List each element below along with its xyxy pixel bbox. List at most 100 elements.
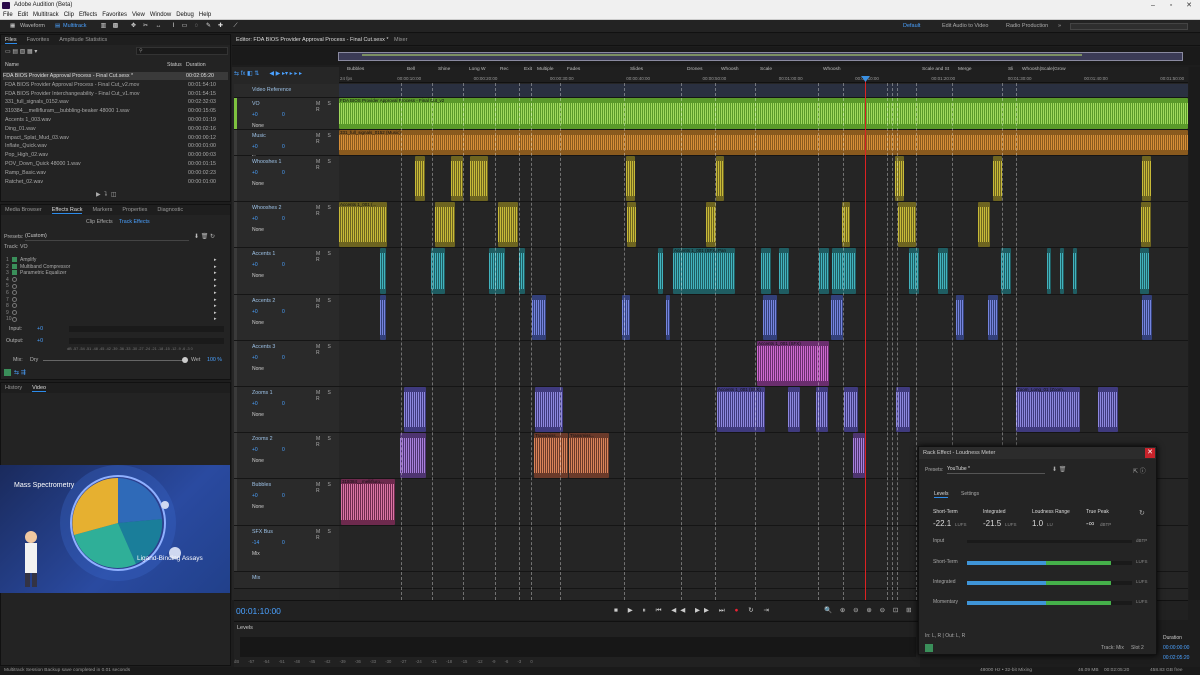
file-item[interactable]: POV_Down_Quick 48000 1.wav 00:00:01:15: [5, 160, 216, 168]
file-item[interactable]: 319384__mellifluram__bubbling-beaker 480…: [5, 107, 216, 115]
track-input[interactable]: None: [252, 504, 264, 510]
files-playback-icons[interactable]: ▶ ⮧ ◫: [96, 191, 117, 199]
track-header[interactable]: Whooshes 2 M S R +0 0 None: [234, 202, 339, 248]
track-volume[interactable]: +0: [252, 170, 258, 176]
tab-files[interactable]: Files: [5, 37, 17, 44]
track-input[interactable]: None: [252, 366, 264, 372]
audio-clip[interactable]: [819, 248, 829, 294]
track-volume[interactable]: +0: [252, 493, 258, 499]
audio-clip[interactable]: [1142, 156, 1151, 201]
mix-slider-handle[interactable]: [182, 357, 188, 363]
track-name[interactable]: Accents 1: [252, 251, 275, 257]
session-overview[interactable]: [232, 47, 1200, 65]
tab-track-effects[interactable]: Track Effects: [119, 219, 150, 225]
mute-solo-record-buttons[interactable]: M S R: [316, 159, 339, 171]
audio-clip[interactable]: [788, 387, 800, 432]
marker-label[interactable]: Scale and St: [922, 67, 949, 72]
file-item[interactable]: Inflate_Quick.wav 00:00:01:00: [5, 142, 216, 150]
track-header[interactable]: Zooms 2 M S R +0 0 None: [234, 433, 339, 479]
mute-solo-record-buttons[interactable]: M S R: [316, 529, 339, 541]
slot-power-icon[interactable]: [12, 309, 17, 315]
slot-power-icon[interactable]: [12, 296, 17, 302]
track-header[interactable]: Mix: [234, 572, 339, 589]
vertical-scrollbar[interactable]: [1189, 67, 1200, 600]
audio-clip[interactable]: [779, 248, 789, 294]
track-pan[interactable]: 0: [282, 262, 285, 268]
audio-clip[interactable]: [658, 248, 663, 294]
track-name[interactable]: Video Reference: [252, 87, 291, 93]
file-item[interactable]: FDA BIOS Provider Approval Process - Fin…: [3, 72, 228, 80]
files-search-input[interactable]: ⚲: [136, 47, 228, 55]
mute-solo-record-buttons[interactable]: M S R: [316, 482, 339, 494]
track-name[interactable]: Whooshes 2: [252, 205, 281, 211]
audio-clip[interactable]: [380, 295, 386, 340]
workspace-edit-audio-to-video[interactable]: Edit Audio to Video: [942, 23, 988, 29]
menu-debug[interactable]: Debug: [174, 11, 196, 20]
track-header[interactable]: MusicM S R+00None: [234, 130, 339, 161]
zoom-controls[interactable]: 🔍 ⊕ ⊖ ⊕ ⊖ ⊡ ⊞: [824, 606, 915, 614]
audio-clip[interactable]: [763, 295, 777, 340]
move-tool-icon[interactable]: ✥: [130, 23, 137, 30]
marker-label[interactable]: Sli: [1008, 67, 1013, 72]
track-name[interactable]: Music: [252, 133, 266, 139]
menu-favorites[interactable]: Favorites: [100, 11, 129, 20]
track-lane[interactable]: [339, 84, 1188, 98]
marker-label[interactable]: Long W: [469, 67, 486, 72]
audio-clip[interactable]: [1141, 202, 1151, 247]
audio-clip[interactable]: [853, 433, 865, 478]
output-gain[interactable]: +0: [37, 338, 43, 344]
track-volume[interactable]: +0: [252, 216, 258, 222]
track-input[interactable]: None: [252, 320, 264, 326]
razor-tool-icon[interactable]: ✂: [142, 23, 149, 30]
menu-view[interactable]: View: [130, 11, 147, 20]
marker-label[interactable]: Slides: [630, 67, 643, 72]
spectral-icon[interactable]: ▩: [112, 23, 119, 30]
files-col-name[interactable]: Name: [5, 62, 19, 68]
audio-clip[interactable]: [831, 295, 843, 340]
track-name[interactable]: Accents 2: [252, 298, 275, 304]
audio-clip[interactable]: [832, 248, 856, 294]
track-volume[interactable]: +0: [252, 401, 258, 407]
healing-tool-icon[interactable]: ✚: [217, 23, 224, 30]
track-pan[interactable]: 0: [282, 112, 285, 118]
tab-video[interactable]: Video: [32, 385, 47, 392]
tab-media-browser[interactable]: Media Browser: [5, 207, 42, 213]
slot-power-icon[interactable]: [12, 257, 17, 263]
track-name[interactable]: Bubbles: [252, 482, 271, 488]
audio-clip[interactable]: [909, 248, 919, 294]
file-item[interactable]: Ratchet_02.wav 00:00:01:00: [5, 178, 216, 186]
waveform-button[interactable]: Waveform: [20, 22, 45, 31]
track-pan[interactable]: 0: [282, 216, 285, 222]
track-lane[interactable]: [339, 202, 1188, 248]
track-input[interactable]: None: [252, 227, 264, 233]
wet-percent[interactable]: 100 %: [207, 357, 222, 363]
audio-clip[interactable]: [431, 248, 445, 294]
workspace-menu-icon[interactable]: »: [1058, 23, 1061, 29]
slot-menu-icon[interactable]: ▸: [214, 316, 217, 323]
slot-power-icon[interactable]: [12, 276, 17, 282]
audio-clip[interactable]: [400, 433, 426, 478]
file-item[interactable]: 331_full_signals_0152.wav 00:02:32:03: [5, 98, 216, 106]
track-pan[interactable]: 0: [282, 144, 285, 150]
slot-power-icon[interactable]: [12, 290, 17, 296]
track-name[interactable]: Mix: [252, 575, 260, 581]
audio-clip[interactable]: [938, 248, 948, 294]
track-volume[interactable]: +0: [252, 355, 258, 361]
preset-actions-icons[interactable]: ⬇ 🗑 ↻: [194, 233, 215, 240]
time-selection-tool-icon[interactable]: I: [170, 23, 177, 30]
audio-clip[interactable]: [627, 202, 636, 247]
multitrack-icon[interactable]: ▤: [55, 22, 60, 31]
loud-preset-icons[interactable]: ⬇ 🗑: [1052, 466, 1066, 473]
mix-slider-track[interactable]: [43, 360, 183, 361]
menu-edit[interactable]: Edit: [16, 11, 30, 20]
track-pan[interactable]: 0: [282, 355, 285, 361]
snap-icon[interactable]: ⟋: [232, 23, 239, 30]
marker-label[interactable]: Multiple: [537, 67, 554, 72]
track-header[interactable]: Video Reference: [234, 84, 339, 98]
track-name[interactable]: Whooshes 1: [252, 159, 281, 165]
track-input[interactable]: None: [252, 273, 264, 279]
audio-clip[interactable]: [978, 202, 990, 247]
audio-clip[interactable]: [489, 248, 505, 294]
audio-clip[interactable]: [666, 295, 670, 340]
audio-clip[interactable]: FDA BIOS Provider Approval Process - Fin…: [339, 98, 1188, 129]
